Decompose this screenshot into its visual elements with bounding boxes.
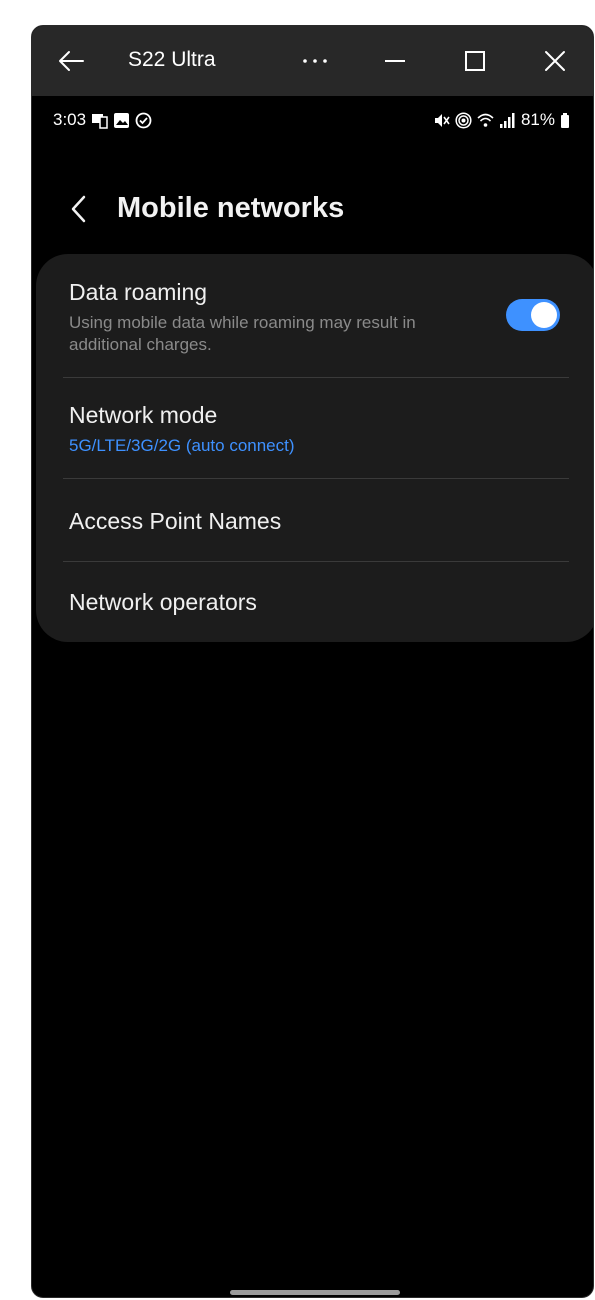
target-notification-icon xyxy=(135,112,152,129)
settings-card: Data roaming Using mobile data while roa… xyxy=(36,254,593,642)
maximize-icon xyxy=(465,51,485,71)
window-titlebar: S22 Ultra xyxy=(32,26,593,96)
gallery-notification-icon xyxy=(113,112,130,129)
window-title: S22 Ultra xyxy=(128,48,216,71)
more-dots-icon xyxy=(303,59,327,63)
toggle-knob xyxy=(531,302,557,328)
network-mode-value: 5G/LTE/3G/2G (auto connect) xyxy=(69,436,295,455)
close-icon xyxy=(545,51,565,71)
minimize-button[interactable] xyxy=(378,44,412,78)
minimize-icon xyxy=(385,60,405,62)
signal-strength-icon xyxy=(499,112,516,129)
maximize-button[interactable] xyxy=(458,44,492,78)
cast-notification-icon xyxy=(91,112,108,129)
data-roaming-title: Data roaming xyxy=(69,279,208,305)
network-mode-title: Network mode xyxy=(69,402,218,428)
network-operators-row[interactable]: Network operators xyxy=(36,562,593,642)
home-indicator[interactable] xyxy=(230,1290,400,1295)
close-button[interactable] xyxy=(538,44,572,78)
hotspot-icon xyxy=(455,111,472,129)
page-header: Mobile networks xyxy=(32,186,593,236)
page-title: Mobile networks xyxy=(117,192,345,224)
access-point-names-title: Access Point Names xyxy=(69,508,282,534)
data-roaming-toggle[interactable] xyxy=(506,299,560,331)
access-point-names-row[interactable]: Access Point Names xyxy=(36,479,593,561)
network-mode-row[interactable]: Network mode 5G/LTE/3G/2G (auto connect) xyxy=(36,378,593,478)
back-chevron-icon[interactable] xyxy=(68,192,90,226)
more-options-button[interactable] xyxy=(298,44,332,78)
battery-percent: 81% xyxy=(520,110,555,129)
wifi-icon xyxy=(477,112,494,129)
network-operators-title: Network operators xyxy=(69,589,257,615)
back-arrow-icon[interactable] xyxy=(56,46,86,76)
battery-icon xyxy=(560,112,577,129)
data-roaming-row[interactable]: Data roaming Using mobile data while roa… xyxy=(36,254,593,378)
mute-icon xyxy=(433,112,450,129)
data-roaming-subtitle: Using mobile data while roaming may resu… xyxy=(69,313,416,354)
status-bar: 3:03 81% xyxy=(32,96,593,146)
phone-mirror-window: S22 Ultra 3:03 81% Mobile networks Data … xyxy=(31,25,594,1298)
status-time: 3:03 xyxy=(53,110,87,129)
